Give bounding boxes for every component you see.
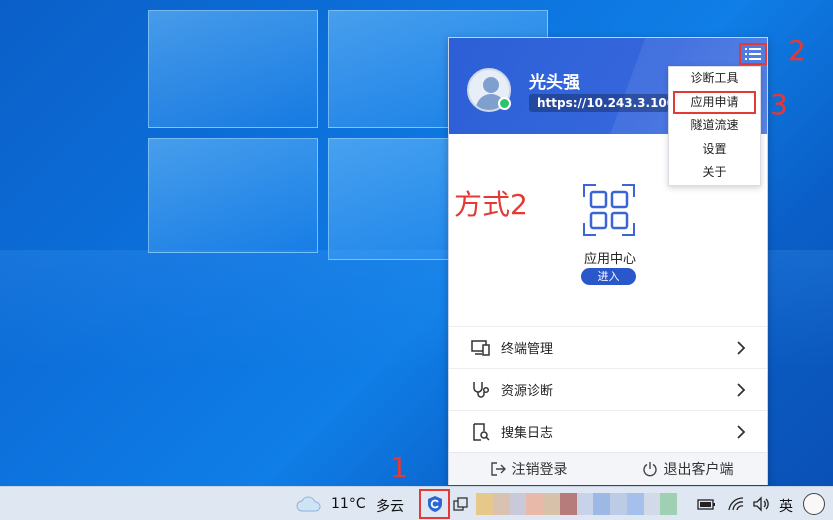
stethoscope-icon (473, 381, 490, 398)
exit-client-label: 退出客户端 (663, 462, 734, 478)
chevron-right-icon (737, 424, 746, 439)
row-terminal-management[interactable]: 终端管理 (449, 326, 767, 368)
tray-app-icon[interactable] (453, 496, 469, 512)
chevron-right-icon (737, 340, 746, 355)
weather-temperature[interactable]: 11°C (331, 496, 366, 512)
logout-label: 注销登录 (511, 462, 568, 478)
list-menu-icon (745, 48, 761, 60)
logout-icon (490, 462, 506, 476)
annotation-way-label: 方式2 (454, 188, 528, 221)
menu-item-about[interactable]: 关于 (669, 161, 760, 185)
wallpaper-pane (148, 138, 318, 253)
weather-condition[interactable]: 多云 (376, 496, 404, 516)
power-icon (642, 462, 657, 477)
row-label: 资源诊断 (501, 384, 554, 399)
online-status-dot (498, 97, 511, 110)
annotation-step-1: 1 (390, 451, 408, 484)
row-label: 搜集日志 (501, 426, 554, 441)
volume-icon[interactable] (752, 496, 772, 512)
exit-client-button[interactable]: 退出客户端 (608, 459, 767, 479)
blurred-tray-icons (476, 493, 694, 515)
app-center-icon[interactable] (582, 183, 636, 237)
chevron-right-icon (737, 382, 746, 397)
vpn-client-icon (427, 496, 442, 512)
cloud-icon[interactable] (296, 496, 322, 512)
menu-item-settings[interactable]: 设置 (669, 138, 760, 162)
vpn-client-tray-icon[interactable] (419, 489, 450, 519)
wallpaper-pane (148, 10, 318, 128)
row-collect-logs[interactable]: 搜集日志 (449, 410, 767, 452)
vpn-client-window: 光头强 https://10.243.3.100 诊断工具 应用申请 隧道流速 … (448, 37, 768, 485)
menu-dropdown: 诊断工具 应用申请 隧道流速 设置 关于 (668, 66, 761, 186)
client-footer: 注销登录 退出客户端 (449, 452, 767, 485)
input-language-indicator[interactable]: 英 (779, 496, 793, 516)
annotation-step-3: 3 (770, 88, 788, 121)
taskbar: 11°C 多云 英 (0, 486, 833, 520)
menu-item-tunnel-speed[interactable]: 隧道流速 (669, 114, 760, 138)
menu-item-diagnostic-tool[interactable]: 诊断工具 (669, 67, 760, 91)
logout-button[interactable]: 注销登录 (449, 459, 608, 479)
app-center-label: 应用中心 (583, 252, 636, 267)
row-label: 终端管理 (501, 342, 554, 357)
avatar-head (483, 77, 499, 93)
username: 光头强 (529, 73, 580, 93)
wifi-icon[interactable] (727, 496, 745, 512)
menu-item-app-request[interactable]: 应用申请 (673, 90, 756, 114)
row-resource-diagnosis[interactable]: 资源诊断 (449, 368, 767, 410)
app-center-enter-button[interactable]: 进入 (581, 268, 636, 285)
battery-icon[interactable] (697, 496, 717, 512)
server-url: https://10.243.3.100 (529, 94, 669, 112)
menu-button[interactable] (739, 43, 767, 65)
log-search-icon (473, 422, 490, 441)
notification-center-icon[interactable] (803, 493, 825, 515)
annotation-step-2: 2 (788, 34, 806, 67)
monitor-icon (471, 339, 490, 356)
